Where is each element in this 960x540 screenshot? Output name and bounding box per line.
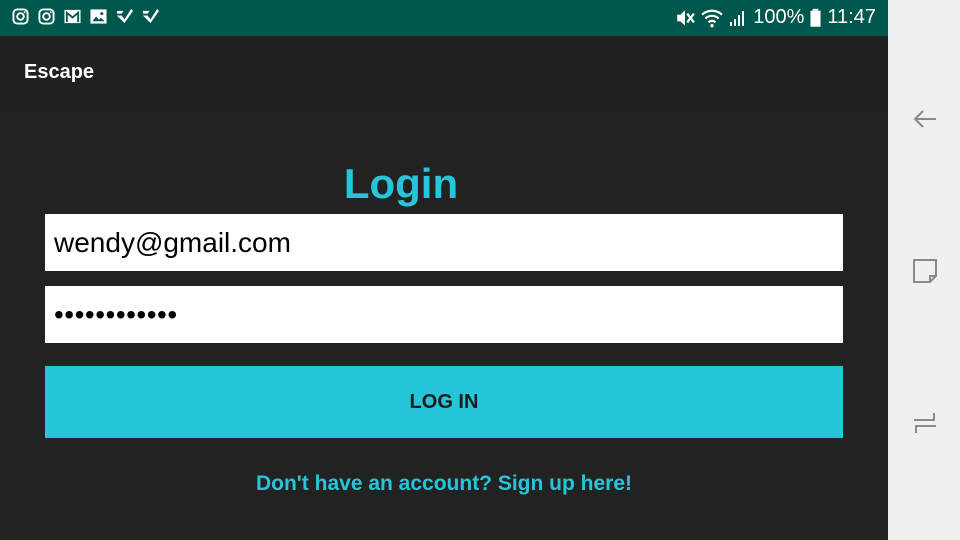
- app-title: Escape: [24, 61, 95, 83]
- instagram-icon: [38, 8, 55, 25]
- instagram-icon: [12, 8, 29, 25]
- password-field[interactable]: ••••••••••••: [45, 286, 843, 343]
- wifi-icon: [701, 9, 723, 27]
- gmail-icon: [64, 9, 81, 24]
- email-field[interactable]: wendy@gmail.com: [45, 214, 843, 271]
- signup-link[interactable]: Don't have an account? Sign up here!: [0, 472, 888, 496]
- battery-icon: [810, 8, 821, 27]
- login-button[interactable]: LOG IN: [45, 366, 843, 438]
- mute-icon: [677, 9, 696, 26]
- app-bar: Escape: [0, 36, 888, 108]
- system-status: 100% 11:47: [675, 6, 876, 29]
- gallery-icon: [90, 9, 107, 24]
- recents-icon[interactable]: [912, 258, 938, 284]
- signal-icon: [730, 10, 745, 26]
- navigation-bar: [888, 0, 960, 540]
- switch-icon[interactable]: [912, 410, 938, 436]
- login-title: Login: [343, 160, 459, 207]
- back-icon[interactable]: [912, 106, 938, 132]
- status-bar: 100% 11:47: [0, 0, 888, 36]
- check-app-icon: [116, 8, 133, 24]
- battery-percent: 100%: [753, 6, 805, 28]
- login-screen: Login wendy@gmail.com •••••••••••• LOG I…: [0, 108, 888, 540]
- notification-icons: [12, 8, 159, 25]
- check-app-icon: [142, 8, 159, 24]
- clock: 11:47: [827, 6, 876, 28]
